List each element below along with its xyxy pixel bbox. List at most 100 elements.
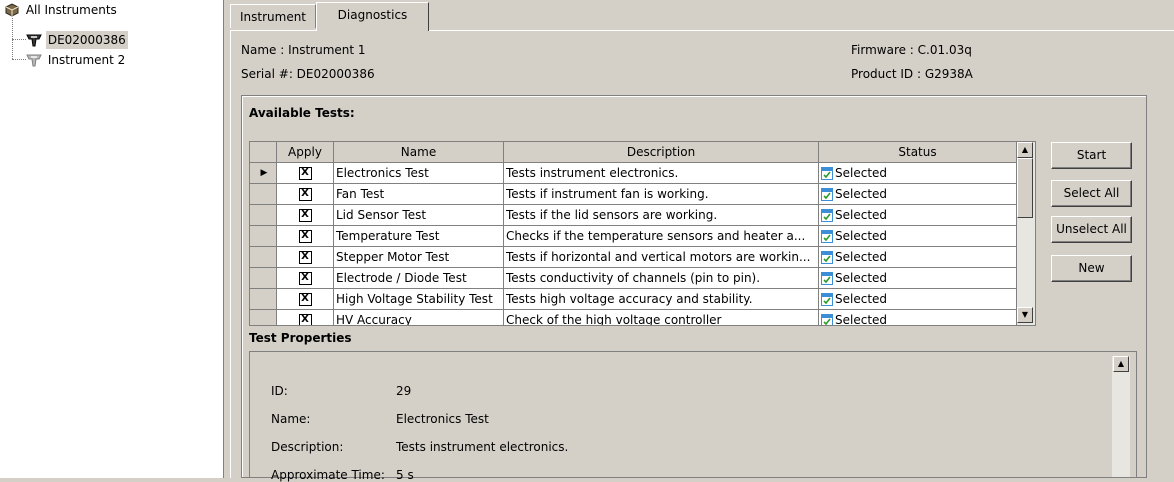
column-header-name[interactable]: Name bbox=[334, 142, 504, 163]
apply-checkbox[interactable]: X bbox=[298, 293, 312, 306]
select-all-button[interactable]: Select All bbox=[1051, 180, 1132, 207]
prop-label-approximate-time: Approximate Time: bbox=[271, 468, 385, 482]
instrument-product-id: Product ID : G2938A bbox=[851, 67, 973, 81]
apply-checkbox[interactable]: X bbox=[298, 209, 312, 222]
apply-checkbox[interactable]: X bbox=[298, 230, 312, 243]
test-name-cell: High Voltage Stability Test bbox=[334, 289, 504, 310]
checklist-icon bbox=[821, 229, 833, 243]
tree-node-instrument-1[interactable]: DE02000386 bbox=[26, 30, 128, 49]
prop-value-approximate-time: 5 s bbox=[396, 468, 414, 482]
apply-checkbox-cell[interactable]: X bbox=[277, 310, 334, 325]
apply-checkbox-cell[interactable]: X bbox=[277, 205, 334, 226]
row-selector[interactable] bbox=[250, 184, 277, 205]
tree-node-all-instruments[interactable]: All Instruments bbox=[4, 0, 119, 18]
test-name-cell: Stepper Motor Test bbox=[334, 247, 504, 268]
test-description-cell: Tests high voltage accuracy and stabilit… bbox=[504, 289, 819, 310]
test-description-cell: Tests if instrument fan is working. bbox=[504, 184, 819, 205]
tree-connector bbox=[12, 39, 26, 40]
test-properties-panel: ID: 29 Name: Electronics Test Descriptio… bbox=[249, 351, 1137, 482]
status-text: Selected bbox=[835, 313, 888, 326]
test-description-cell: Tests if horizontal and vertical motors … bbox=[504, 247, 819, 268]
prop-value-name: Electronics Test bbox=[396, 412, 489, 426]
instrument-tree[interactable]: All Instruments DE02000386 Instrument 2 bbox=[0, 0, 224, 478]
scroll-down-arrow-icon[interactable]: ▼ bbox=[1017, 307, 1033, 323]
instruments-root-icon bbox=[4, 2, 20, 18]
checklist-icon bbox=[821, 187, 833, 201]
tests-grid[interactable]: Apply Name Description Status ▶ X Electr… bbox=[249, 141, 1036, 326]
apply-checkbox[interactable]: X bbox=[298, 188, 312, 201]
row-selector[interactable] bbox=[250, 289, 277, 310]
row-selector[interactable] bbox=[250, 310, 277, 325]
grid-corner-header bbox=[250, 142, 277, 163]
instrument-disabled-icon bbox=[26, 52, 42, 68]
tab-diagnostics[interactable]: Diagnostics bbox=[316, 2, 429, 31]
properties-vertical-scrollbar[interactable]: ▲ bbox=[1112, 356, 1130, 477]
prop-label-id: ID: bbox=[271, 384, 288, 398]
available-tests-title: Available Tests: bbox=[249, 106, 355, 120]
tree-node-label: Instrument 2 bbox=[47, 52, 126, 67]
apply-checkbox-cell[interactable]: X bbox=[277, 184, 334, 205]
scrollbar-thumb[interactable] bbox=[1017, 158, 1033, 218]
tree-node-instrument-2[interactable]: Instrument 2 bbox=[26, 50, 127, 68]
scroll-up-arrow-icon[interactable]: ▲ bbox=[1113, 356, 1129, 372]
tree-connector bbox=[12, 59, 26, 60]
test-description-cell: Tests if the lid sensors are working. bbox=[504, 205, 819, 226]
test-name-cell: Temperature Test bbox=[334, 226, 504, 247]
test-name-cell: Electronics Test bbox=[334, 163, 504, 184]
apply-checkbox-cell[interactable]: X bbox=[277, 289, 334, 310]
row-selector[interactable] bbox=[250, 247, 277, 268]
apply-checkbox-cell[interactable]: X bbox=[277, 226, 334, 247]
checklist-icon bbox=[821, 313, 833, 325]
scroll-up-arrow-icon[interactable]: ▲ bbox=[1017, 142, 1033, 158]
tab-label: Instrument bbox=[239, 10, 307, 24]
tree-root-label: All Instruments bbox=[25, 2, 117, 17]
checklist-icon bbox=[821, 292, 833, 306]
test-status-cell[interactable]: Selected bbox=[819, 184, 1017, 205]
test-name-cell: HV Accuracy bbox=[334, 310, 504, 325]
status-text: Selected bbox=[835, 250, 888, 264]
tree-node-label: DE02000386 bbox=[45, 30, 128, 49]
test-status-cell[interactable]: Selected bbox=[819, 268, 1017, 289]
tab-label: Diagnostics bbox=[337, 8, 408, 22]
checklist-icon bbox=[821, 250, 833, 264]
test-status-cell[interactable]: Selected bbox=[819, 289, 1017, 310]
prop-label-description: Description: bbox=[271, 440, 344, 454]
row-selector[interactable] bbox=[250, 268, 277, 289]
test-name-cell: Fan Test bbox=[334, 184, 504, 205]
column-header-status[interactable]: Status bbox=[819, 142, 1017, 163]
unselect-all-button[interactable]: Unselect All bbox=[1051, 216, 1132, 243]
status-text: Selected bbox=[835, 208, 888, 222]
test-status-cell[interactable]: Selected bbox=[819, 247, 1017, 268]
apply-checkbox[interactable]: X bbox=[298, 251, 312, 264]
apply-checkbox-cell[interactable]: X bbox=[277, 163, 334, 184]
checklist-icon bbox=[821, 271, 833, 285]
test-description-cell: Checks if the temperature sensors and he… bbox=[504, 226, 819, 247]
row-selector[interactable] bbox=[250, 226, 277, 247]
prop-value-id: 29 bbox=[396, 384, 412, 398]
column-header-description[interactable]: Description bbox=[504, 142, 819, 163]
start-button[interactable]: Start bbox=[1051, 142, 1132, 169]
test-description-cell: Tests conductivity of channels (pin to p… bbox=[504, 268, 819, 289]
instrument-serial: Serial #: DE02000386 bbox=[241, 67, 375, 81]
checklist-icon bbox=[821, 208, 833, 222]
test-status-cell[interactable]: Selected bbox=[819, 205, 1017, 226]
status-text: Selected bbox=[835, 187, 888, 201]
apply-checkbox-cell[interactable]: X bbox=[277, 268, 334, 289]
apply-checkbox-cell[interactable]: X bbox=[277, 247, 334, 268]
test-status-cell[interactable]: Selected bbox=[819, 310, 1017, 326]
new-button[interactable]: New bbox=[1051, 255, 1132, 282]
prop-value-description: Tests instrument electronics. bbox=[396, 440, 569, 454]
apply-checkbox[interactable]: X bbox=[298, 272, 312, 285]
grid-vertical-scrollbar[interactable]: ▲ ▼ bbox=[1017, 142, 1035, 325]
row-selector[interactable] bbox=[250, 205, 277, 226]
instrument-icon bbox=[26, 32, 42, 48]
apply-checkbox[interactable]: X bbox=[298, 167, 312, 180]
row-selector[interactable]: ▶ bbox=[250, 163, 277, 184]
test-status-cell[interactable]: Selected bbox=[819, 163, 1017, 184]
tab-instrument[interactable]: Instrument bbox=[230, 4, 316, 28]
test-status-cell[interactable]: Selected bbox=[819, 226, 1017, 247]
column-header-apply[interactable]: Apply bbox=[277, 142, 334, 163]
test-name-cell: Electrode / Diode Test bbox=[334, 268, 504, 289]
status-text: Selected bbox=[835, 166, 888, 180]
apply-checkbox[interactable]: X bbox=[298, 314, 312, 325]
